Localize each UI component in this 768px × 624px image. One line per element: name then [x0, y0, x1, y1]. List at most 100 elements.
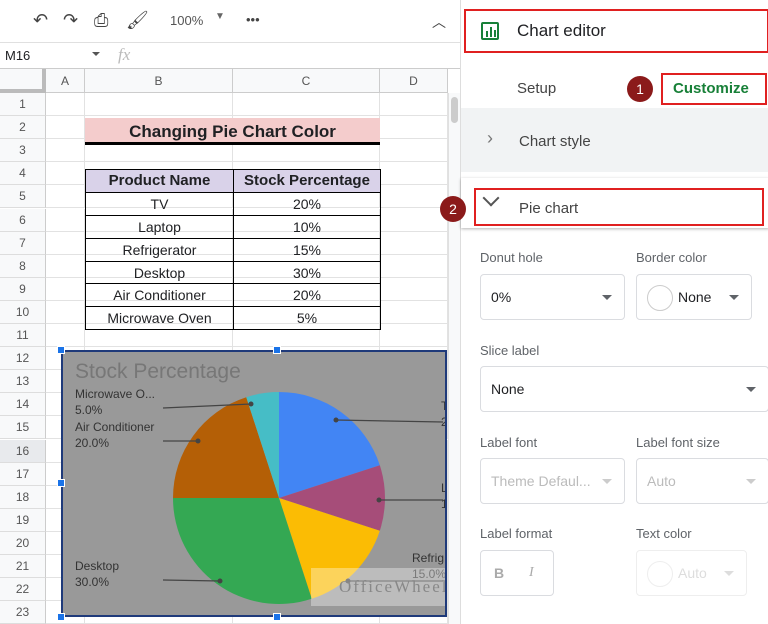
chevron-right-icon: ›: [487, 128, 493, 148]
formula-input[interactable]: [150, 43, 450, 69]
row-header[interactable]: 18: [0, 485, 46, 509]
select-all-corner[interactable]: [0, 69, 46, 93]
product-cell[interactable]: TV: [85, 191, 234, 216]
product-cell[interactable]: Desktop: [85, 260, 234, 285]
row-header[interactable]: 10: [0, 300, 46, 324]
stock-cell[interactable]: 10%: [233, 214, 381, 239]
cell[interactable]: [46, 254, 85, 278]
cell[interactable]: [380, 254, 448, 278]
cell[interactable]: [46, 116, 85, 140]
cell[interactable]: [380, 277, 448, 301]
resize-handle[interactable]: [273, 346, 281, 354]
label-font-select[interactable]: Theme Defaul...: [480, 458, 625, 504]
resize-handle[interactable]: [57, 479, 65, 487]
italic-button[interactable]: I: [529, 565, 534, 581]
collapse-icon[interactable]: ︿: [432, 12, 446, 32]
resize-handle[interactable]: [57, 346, 65, 354]
stock-cell[interactable]: 30%: [233, 260, 381, 285]
row-header[interactable]: 1: [0, 93, 46, 117]
label-font-size-select[interactable]: Auto: [636, 458, 768, 504]
cell[interactable]: [380, 185, 448, 209]
cell[interactable]: [46, 139, 85, 163]
cell[interactable]: [380, 300, 448, 324]
stock-cell[interactable]: 20%: [233, 283, 381, 308]
row-header[interactable]: 5: [0, 185, 46, 209]
row-header[interactable]: 3: [0, 139, 46, 163]
column-header-d[interactable]: D: [380, 69, 448, 93]
row-header[interactable]: 9: [0, 277, 46, 301]
row-header[interactable]: 12: [0, 347, 46, 371]
product-cell[interactable]: Laptop: [85, 214, 234, 239]
cell[interactable]: [380, 116, 448, 140]
border-color-select[interactable]: None: [636, 274, 752, 320]
row-header[interactable]: 11: [0, 324, 46, 348]
text-color-select[interactable]: Auto: [636, 550, 747, 596]
print-icon[interactable]: ⎙: [94, 10, 108, 31]
cell[interactable]: [46, 93, 85, 117]
row-header[interactable]: 6: [0, 208, 46, 232]
name-box-dropdown-icon[interactable]: [92, 52, 100, 56]
row-header[interactable]: 20: [0, 531, 46, 555]
cell[interactable]: [46, 208, 85, 232]
product-cell[interactable]: Microwave Oven: [85, 306, 234, 331]
product-cell[interactable]: Refrigerator: [85, 237, 234, 262]
row-header[interactable]: 4: [0, 162, 46, 186]
cell[interactable]: [46, 231, 85, 255]
table-row: Air Conditioner 20%: [85, 283, 381, 308]
slice-label-name: Refrig: [412, 551, 444, 565]
row-header[interactable]: 7: [0, 231, 46, 255]
row-header[interactable]: 16: [0, 439, 46, 463]
row-header[interactable]: 22: [0, 578, 46, 602]
slice-label-select[interactable]: None: [480, 366, 768, 412]
header-stock-percentage[interactable]: Stock Percentage: [233, 169, 381, 193]
cell[interactable]: [380, 162, 448, 186]
cell[interactable]: [46, 185, 85, 209]
row-header[interactable]: 2: [0, 116, 46, 140]
section-chart-style[interactable]: › Chart style: [461, 108, 768, 172]
cell[interactable]: [380, 139, 448, 163]
product-cell[interactable]: Air Conditioner: [85, 283, 234, 308]
cell[interactable]: [46, 300, 85, 324]
cell[interactable]: [85, 93, 233, 117]
name-box[interactable]: M16: [5, 48, 30, 63]
paint-format-icon[interactable]: 🖌: [126, 10, 149, 31]
row-header[interactable]: 21: [0, 555, 46, 579]
cell[interactable]: [46, 324, 85, 348]
column-header-c[interactable]: C: [233, 69, 380, 93]
pie-chart[interactable]: Stock Percentage TV20.0%Laptop10.0%Refri…: [61, 350, 447, 617]
more-button[interactable]: •••: [246, 12, 260, 27]
row-header[interactable]: 23: [0, 601, 46, 624]
cell[interactable]: [380, 231, 448, 255]
cell[interactable]: [46, 277, 85, 301]
stock-cell[interactable]: 15%: [233, 237, 381, 262]
row-header[interactable]: 19: [0, 508, 46, 532]
sheet-title[interactable]: Changing Pie Chart Color: [85, 118, 380, 145]
redo-icon[interactable]: ↷: [63, 10, 78, 31]
zoom-dropdown-icon[interactable]: ▼: [215, 11, 225, 22]
zoom-select[interactable]: 100%: [170, 13, 203, 28]
slice-label-percent: 20.0%: [75, 436, 109, 450]
row-header[interactable]: 14: [0, 393, 46, 417]
stock-cell[interactable]: 20%: [233, 191, 381, 216]
row-header[interactable]: 17: [0, 462, 46, 486]
tab-setup[interactable]: Setup: [517, 80, 556, 97]
column-header-b[interactable]: B: [85, 69, 233, 93]
cell[interactable]: [380, 324, 448, 348]
row-header[interactable]: 8: [0, 254, 46, 278]
bold-button[interactable]: B: [494, 565, 504, 581]
header-product-name[interactable]: Product Name: [85, 169, 234, 193]
vertical-scrollbar[interactable]: [448, 93, 460, 624]
row-header[interactable]: 13: [0, 370, 46, 394]
undo-icon[interactable]: ↶: [33, 10, 48, 31]
scrollbar-thumb[interactable]: [451, 97, 458, 123]
stock-cell[interactable]: 5%: [233, 306, 381, 331]
resize-handle[interactable]: [57, 613, 65, 621]
cell[interactable]: [46, 162, 85, 186]
row-header[interactable]: 15: [0, 416, 46, 440]
cell[interactable]: [380, 208, 448, 232]
resize-handle[interactable]: [273, 613, 281, 621]
cell[interactable]: [380, 93, 448, 117]
cell[interactable]: [233, 93, 380, 117]
donut-hole-select[interactable]: 0%: [480, 274, 625, 320]
column-header-a[interactable]: A: [46, 69, 85, 93]
